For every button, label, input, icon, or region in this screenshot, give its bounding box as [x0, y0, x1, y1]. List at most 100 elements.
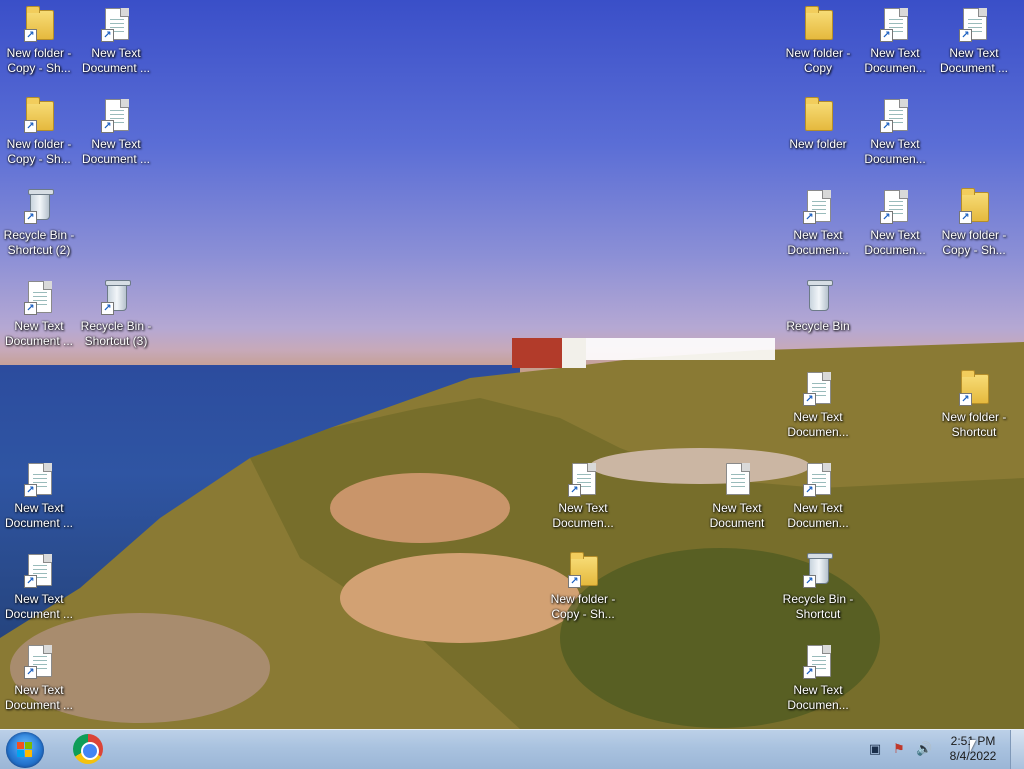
text-document-icon: ↗ — [801, 188, 835, 224]
desktop-icon-label: New Text Documen... — [864, 137, 926, 166]
shortcut-arrow-icon: ↗ — [568, 484, 581, 497]
desktop-icon-label: New Text Documen... — [787, 228, 849, 257]
desktop-icon[interactable]: New folder — [779, 97, 857, 152]
text-document-icon: ↗ — [957, 6, 991, 42]
desktop-icon[interactable]: ↗ New Text Document ... — [0, 279, 78, 349]
desktop-icon-label: New Text Documen... — [552, 501, 614, 530]
folder-icon: ↗ — [957, 188, 991, 224]
desktop-icon-label: New folder - Copy - Sh... — [6, 137, 72, 166]
desktop-icon-label: Recycle Bin — [786, 319, 850, 333]
desktop-icon[interactable]: ↗ New folder - Shortcut — [935, 370, 1013, 440]
shortcut-arrow-icon: ↗ — [101, 120, 114, 133]
desktop-icon[interactable]: ↗ New Text Documen... — [779, 188, 857, 258]
shortcut-arrow-icon: ↗ — [24, 29, 37, 42]
folder-icon: ↗ — [566, 552, 600, 588]
desktop-icon-label: New Text Document ... — [4, 592, 74, 621]
text-document-icon: ↗ — [22, 461, 56, 497]
wallpaper-landscape — [0, 338, 1024, 729]
desktop-icon[interactable]: ↗ New Text Documen... — [779, 461, 857, 531]
text-document-icon: ↗ — [99, 6, 133, 42]
desktop-icon[interactable]: ↗ New Text Document ... — [0, 461, 78, 531]
text-document-icon: ↗ — [99, 97, 133, 133]
desktop-icon[interactable]: ↗ New Text Document ... — [935, 6, 1013, 76]
text-document-icon: ↗ — [22, 279, 56, 315]
volume-icon[interactable]: 🔊 — [916, 742, 932, 756]
desktop-icon-label: Recycle Bin - Shortcut (3) — [80, 319, 152, 348]
folder-icon: ↗ — [22, 6, 56, 42]
action-center-flag-icon[interactable]: ⚑ — [892, 742, 906, 756]
desktop-icon[interactable]: ↗ Recycle Bin - Shortcut — [779, 552, 857, 622]
desktop-icon[interactable]: New Text Document — [698, 461, 776, 531]
text-document-icon: ↗ — [801, 643, 835, 679]
taskbar-pinned-chrome[interactable] — [72, 733, 106, 767]
desktop-icon[interactable]: ↗ New Text Documen... — [779, 370, 857, 440]
shortcut-arrow-icon: ↗ — [803, 666, 816, 679]
desktop-icon[interactable]: ↗ New Text Document ... — [77, 97, 155, 167]
desktop-icon-label: New Text Document ... — [4, 319, 74, 348]
recycle-bin-icon: ↗ — [99, 279, 133, 315]
desktop-icon-label: New Text Documen... — [864, 228, 926, 257]
shortcut-arrow-icon: ↗ — [803, 575, 816, 588]
shortcut-arrow-icon: ↗ — [24, 575, 37, 588]
desktop[interactable]: ↗ New folder - Copy - Sh... ↗ New Text Docu… — [0, 0, 1024, 729]
shortcut-arrow-icon: ↗ — [568, 575, 581, 588]
desktop-icon[interactable]: ↗ Recycle Bin - Shortcut (3) — [77, 279, 155, 349]
text-document-icon: ↗ — [566, 461, 600, 497]
recycle-bin-icon: ↗ — [22, 188, 56, 224]
desktop-icon-label: New folder - Copy - Sh... — [941, 228, 1007, 257]
desktop-icon[interactable]: ↗ New folder - Copy - Sh... — [0, 6, 78, 76]
text-document-icon: ↗ — [22, 552, 56, 588]
desktop-icon[interactable]: ↗ New Text Documen... — [856, 97, 934, 167]
desktop-icon[interactable]: ↗ New folder - Copy - Sh... — [935, 188, 1013, 258]
desktop-icon[interactable]: New folder - Copy — [779, 6, 857, 76]
shortcut-arrow-icon: ↗ — [880, 211, 893, 224]
desktop-icon[interactable]: ↗ New Text Documen... — [779, 643, 857, 713]
desktop-icon-label: New Text Document — [709, 501, 765, 530]
desktop-icon-label: New Text Documen... — [864, 46, 926, 75]
text-document-icon — [720, 461, 754, 497]
show-desktop-button[interactable] — [1010, 730, 1024, 769]
desktop-icon[interactable]: ↗ New Text Document ... — [77, 6, 155, 76]
shortcut-arrow-icon: ↗ — [24, 484, 37, 497]
shortcut-arrow-icon: ↗ — [803, 211, 816, 224]
desktop-icon[interactable]: ↗ New Text Documen... — [544, 461, 622, 531]
text-document-icon: ↗ — [878, 188, 912, 224]
shortcut-arrow-icon: ↗ — [959, 211, 972, 224]
shortcut-arrow-icon: ↗ — [880, 29, 893, 42]
text-document-icon: ↗ — [801, 461, 835, 497]
desktop-icon[interactable]: ↗ New Text Documen... — [856, 6, 934, 76]
desktop-icon[interactable]: ↗ New folder - Copy - Sh... — [544, 552, 622, 622]
folder-icon: ↗ — [957, 370, 991, 406]
shortcut-arrow-icon: ↗ — [24, 211, 37, 224]
desktop-icon[interactable]: ↗ New Text Document ... — [0, 643, 78, 713]
desktop-icon-label: New folder - Shortcut — [941, 410, 1007, 439]
text-document-icon: ↗ — [878, 97, 912, 133]
desktop-icon-label: New Text Document ... — [939, 46, 1009, 75]
desktop-icon[interactable]: ↗ New Text Documen... — [856, 188, 934, 258]
windows-logo-icon — [17, 742, 33, 758]
text-document-icon: ↗ — [801, 370, 835, 406]
desktop-icon[interactable]: ↗ New folder - Copy - Sh... — [0, 97, 78, 167]
network-icon[interactable]: ▣ — [868, 742, 882, 756]
desktop-icon[interactable]: ↗ Recycle Bin - Shortcut (2) — [0, 188, 78, 258]
desktop-icon-label: New folder — [789, 137, 847, 151]
desktop-icon-label: New Text Documen... — [787, 501, 849, 530]
desktop-icon-label: New folder - Copy - Sh... — [6, 46, 72, 75]
desktop-icon-label: Recycle Bin - Shortcut — [782, 592, 854, 621]
text-document-icon: ↗ — [22, 643, 56, 679]
shortcut-arrow-icon: ↗ — [803, 393, 816, 406]
shortcut-arrow-icon: ↗ — [101, 302, 114, 315]
start-button[interactable] — [6, 732, 44, 768]
folder-icon — [801, 97, 835, 133]
text-document-icon: ↗ — [878, 6, 912, 42]
folder-icon: ↗ — [22, 97, 56, 133]
shortcut-arrow-icon: ↗ — [880, 120, 893, 133]
mouse-cursor-icon — [970, 740, 982, 752]
desktop-icon[interactable]: ↗ New Text Document ... — [0, 552, 78, 622]
desktop-icon-label: New Text Documen... — [787, 683, 849, 712]
shortcut-arrow-icon: ↗ — [24, 666, 37, 679]
desktop-icon-label: New Text Documen... — [787, 410, 849, 439]
desktop-icon-label: New folder - Copy — [785, 46, 851, 75]
desktop-icon[interactable]: Recycle Bin — [779, 279, 857, 334]
shortcut-arrow-icon: ↗ — [24, 302, 37, 315]
